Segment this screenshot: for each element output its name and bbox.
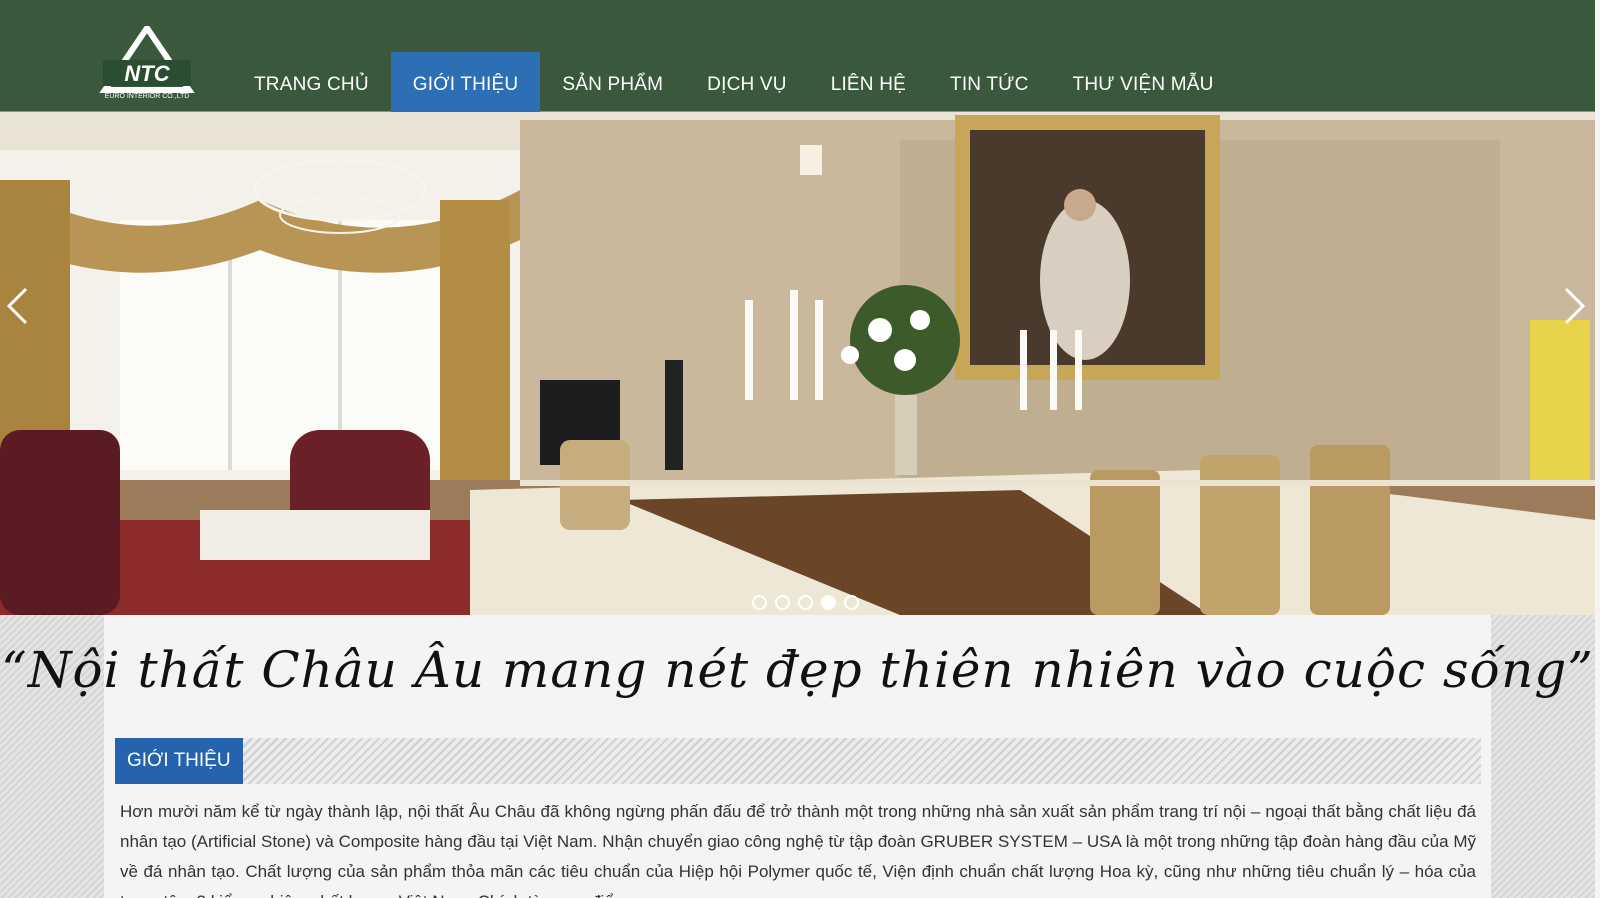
nav-lien-he[interactable]: LIÊN HỆ: [809, 52, 928, 112]
nav-trang-chu[interactable]: TRANG CHỦ: [232, 52, 391, 112]
svg-text:NTC: NTC: [124, 61, 170, 86]
company-logo[interactable]: NTC EURO INTERIOR CO.,LTD: [99, 22, 195, 104]
chevron-right-icon: [1564, 287, 1586, 325]
slider-dot-2[interactable]: [775, 595, 790, 610]
nav-san-pham[interactable]: SẢN PHẨM: [540, 52, 685, 112]
content-panel: “Nội thất Châu Âu mang nét đẹp thiên nhi…: [1, 615, 1594, 898]
nav-thu-vien-mau[interactable]: THƯ VIỆN MẪU: [1051, 52, 1236, 112]
slider-prev-button[interactable]: [4, 286, 30, 326]
svg-text:EURO INTERIOR CO.,LTD: EURO INTERIOR CO.,LTD: [105, 93, 190, 100]
intro-paragraph: Hơn mười năm kể từ ngày thành lập, nội t…: [120, 802, 1476, 898]
slider-dot-1[interactable]: [752, 595, 767, 610]
slider-pagination: [752, 595, 859, 610]
nav-dich-vu[interactable]: DỊCH VỤ: [685, 52, 809, 112]
slider-dot-3[interactable]: [798, 595, 813, 610]
slider-next-button[interactable]: [1562, 286, 1588, 326]
site-header: NTC EURO INTERIOR CO.,LTD TRANG CHỦ GIỚI…: [0, 0, 1595, 112]
main-nav: TRANG CHỦ GIỚI THIỆU SẢN PHẨM DỊCH VỤ LI…: [232, 52, 1236, 112]
nav-tin-tuc[interactable]: TIN TỨC: [928, 52, 1051, 112]
nav-gioi-thieu[interactable]: GIỚI THIỆU: [390, 52, 541, 112]
section-header: GIỚI THIỆU: [115, 738, 1481, 784]
slider-dot-4[interactable]: [821, 595, 836, 610]
chevron-left-icon: [6, 287, 28, 325]
page-edge: [1595, 0, 1600, 898]
section-title: GIỚI THIỆU: [115, 738, 243, 784]
slider-dot-5[interactable]: [844, 595, 859, 610]
slogan-banner: “Nội thất Châu Âu mang nét đẹp thiên nhi…: [1, 641, 1594, 699]
